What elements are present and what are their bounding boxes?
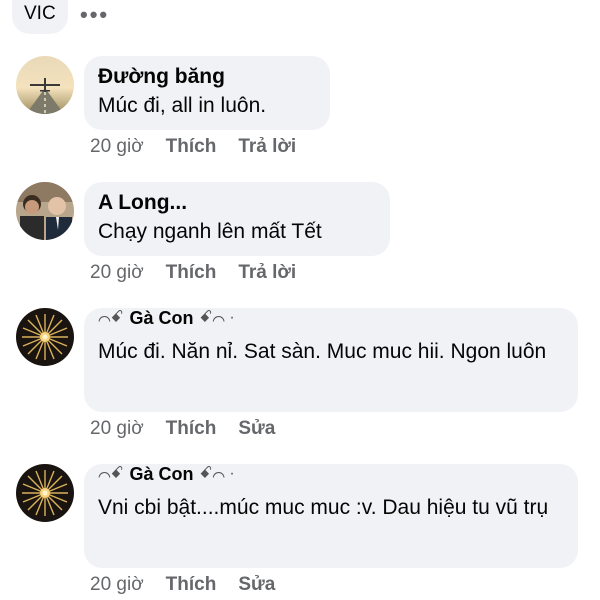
decoration-icon: ⌒ꗃ [98,310,124,326]
starburst-avatar [16,464,74,522]
comment-actions: 20 giờ Thích Sửa [90,574,275,596]
comment-bubble: A Long... Chạy nganh lên mất Tết [84,182,390,256]
comment-bubble: ⌒ꗃ Gà Con ꗃ⌒ · Vni cbi bật....múc muc mu… [84,464,578,568]
like-button[interactable]: Thích [166,418,217,440]
comment-author[interactable]: ⌒ꗃ Gà Con ꗃ⌒ · [98,466,564,482]
comment-bubble: Đường băng Múc đi, all in luôn. [84,56,330,130]
avatar[interactable] [16,56,74,114]
reply-button[interactable]: Trả lời [238,262,296,284]
comment-text: Múc đi, all in luôn. [98,94,267,117]
like-button[interactable]: Thích [166,574,217,596]
comment-author[interactable]: ⌒ꗃ Gà Con ꗃ⌒ · [98,310,564,326]
decoration-icon: ꗃ⌒ · [199,310,235,326]
reply-button[interactable]: Trả lời [238,136,296,158]
decoration-icon: ꗃ⌒ · [199,466,235,482]
comment-time[interactable]: 20 giờ [90,136,144,158]
comment-time[interactable]: 20 giờ [90,574,144,596]
more-options-icon[interactable]: ••• [80,2,109,28]
comment-text: Vni cbi bật....múc muc muc :v. Dau hiệu … [98,496,549,519]
comment-time[interactable]: 20 giờ [90,418,144,440]
airplane-runway-avatar [16,56,74,114]
comment-actions: 20 giờ Thích Sửa [90,418,275,440]
comment-actions: 20 giờ Thích Trả lời [90,136,296,158]
edit-button[interactable]: Sửa [238,574,275,596]
starburst-avatar [16,308,74,366]
like-button[interactable]: Thích [166,262,217,284]
like-button[interactable]: Thích [166,136,217,158]
comment-bubble: ⌒ꗃ Gà Con ꗃ⌒ · Múc đi. Năn nỉ. Sat sàn. … [84,308,578,412]
avatar[interactable] [16,182,74,240]
comment-time[interactable]: 20 giờ [90,262,144,284]
comment-actions: 20 giờ Thích Trả lời [90,262,296,284]
avatar[interactable] [16,308,74,366]
top-chip-label: VIC [24,3,56,24]
people-photo-avatar [16,182,74,240]
decoration-icon: ⌒ꗃ [98,466,124,482]
comment-author[interactable]: Đường băng [98,64,316,90]
edit-button[interactable]: Sửa [238,418,275,440]
avatar[interactable] [16,464,74,522]
comment-author[interactable]: A Long... [98,190,376,216]
comment-text: Chạy nganh lên mất Tết [98,220,322,243]
top-chip[interactable]: VIC [12,0,68,34]
comment-text: Múc đi. Năn nỉ. Sat sàn. Muc muc hii. Ng… [98,340,547,363]
